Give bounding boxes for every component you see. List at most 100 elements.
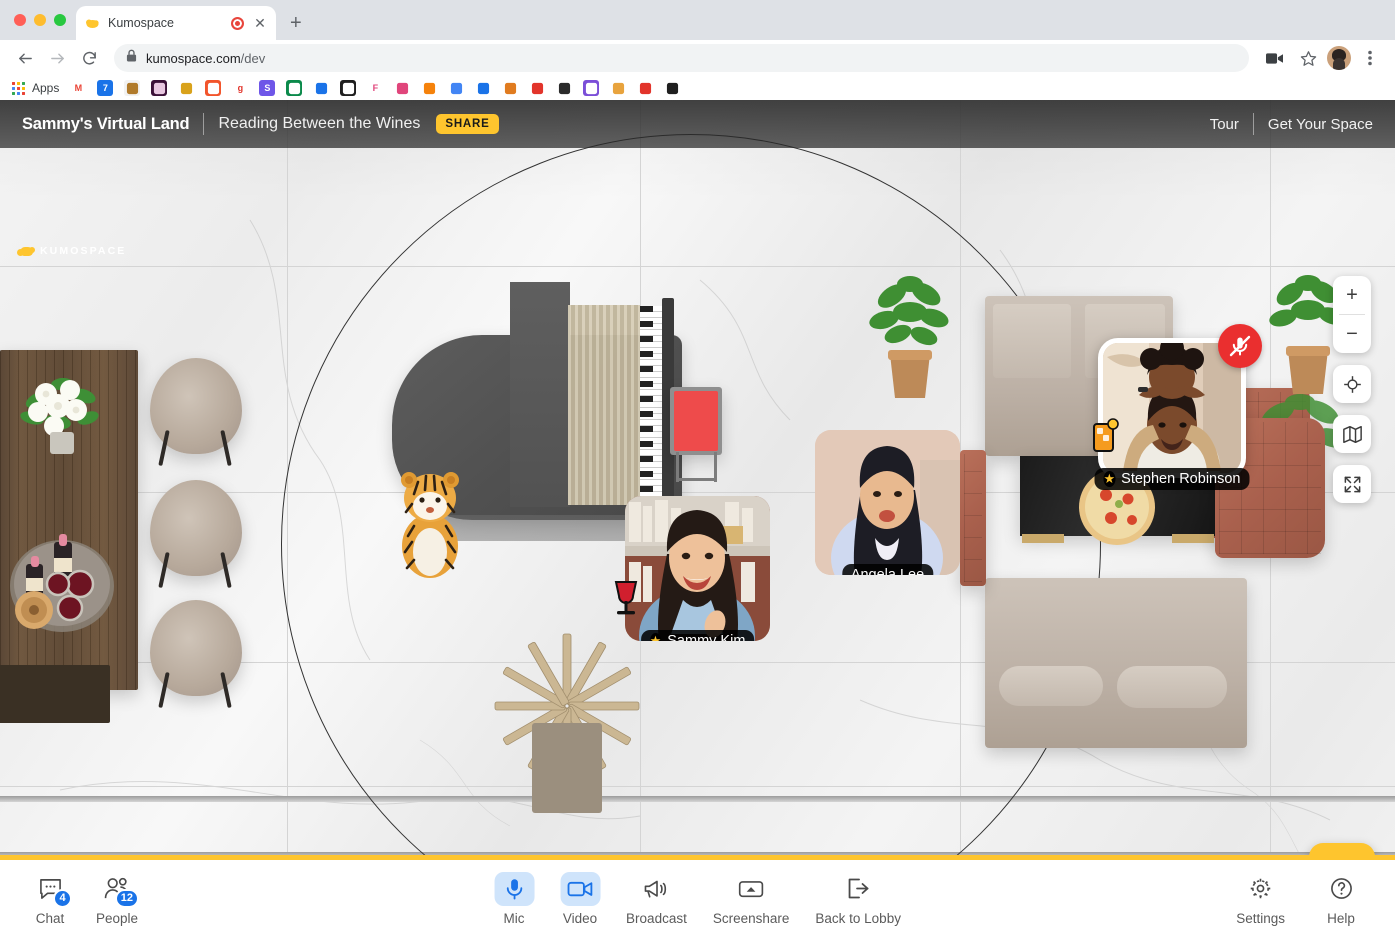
bookmark-globe-app[interactable] xyxy=(529,80,545,96)
star-icon: ★ xyxy=(1104,471,1116,487)
bookmark-cloud-app[interactable] xyxy=(502,80,518,96)
browser-tab[interactable]: Kumospace ✕ xyxy=(76,6,276,40)
bookmark-database-app[interactable] xyxy=(448,80,464,96)
fullscreen-button[interactable] xyxy=(1333,465,1371,503)
tab-strip: Kumospace ✕ + xyxy=(0,0,1395,40)
exit-icon[interactable] xyxy=(838,872,878,906)
bookmark-github[interactable] xyxy=(664,80,680,96)
address-bar[interactable]: kumospace.com/dev xyxy=(114,44,1249,72)
maximize-window-button[interactable] xyxy=(54,14,66,26)
sofa-bottom[interactable] xyxy=(985,578,1247,748)
bookmark-magnet-app[interactable] xyxy=(475,80,491,96)
toolbar-label-video: Video xyxy=(563,911,597,926)
minimap-button[interactable] xyxy=(1333,415,1371,453)
toolbar-item-screenshare[interactable]: Screenshare xyxy=(713,872,790,926)
bookmark-goodreads[interactable]: g xyxy=(232,80,248,96)
microphone-icon[interactable] xyxy=(494,872,534,906)
bookmark-scissors-app[interactable] xyxy=(394,80,410,96)
forward-arrow-icon[interactable] xyxy=(42,43,72,73)
megaphone-icon[interactable] xyxy=(636,872,676,906)
lounge-chair[interactable] xyxy=(150,600,242,696)
toolbar-item-people[interactable]: 12People xyxy=(96,872,138,926)
recenter-button[interactable] xyxy=(1333,365,1371,403)
lounge-chair[interactable] xyxy=(150,358,242,454)
people-icon[interactable]: 12 xyxy=(97,872,137,906)
bookmark-orange-app[interactable] xyxy=(205,80,221,96)
chat-bubble-icon[interactable]: 4 xyxy=(30,872,70,906)
toolbar-item-settings[interactable]: Settings xyxy=(1236,872,1285,926)
back-arrow-icon[interactable] xyxy=(10,43,40,73)
three-dot-menu-icon[interactable] xyxy=(1355,43,1385,73)
participant-name-chip: ★ Sammy Kim xyxy=(641,630,755,641)
participant-name-chip: ★ Stephen Robinson xyxy=(1095,468,1250,490)
muted-mic-badge xyxy=(1218,324,1262,368)
bookmark-figma[interactable]: F xyxy=(367,80,383,96)
toolbar-item-broadcast[interactable]: Broadcast xyxy=(626,872,687,926)
leather-armchair-left[interactable] xyxy=(960,450,986,586)
participant-tile-sammy-kim[interactable]: ★ Sammy Kim xyxy=(625,496,770,641)
minimize-window-button[interactable] xyxy=(34,14,46,26)
bookmark-slack[interactable] xyxy=(151,80,167,96)
participant-tile-angela-lee[interactable]: Angela Lee xyxy=(815,430,960,575)
bookmark-items: M7 gS F xyxy=(70,80,680,96)
close-icon[interactable]: ✕ xyxy=(252,16,268,30)
bookmark-gmail[interactable]: M xyxy=(70,80,86,96)
bookmark-google-calendar[interactable]: 7 xyxy=(97,80,113,96)
bookmark-linear-app[interactable] xyxy=(637,80,653,96)
toolbar-actions xyxy=(1259,43,1385,73)
kumospace-canvas[interactable]: Sammy's Virtual Land Reading Between the… xyxy=(0,100,1395,937)
minimap-control xyxy=(1333,415,1371,453)
toolbar-item-back-to-lobby[interactable]: Back to Lobby xyxy=(815,872,901,926)
toolbar-center-group: Mic Video Broadcast Screenshare Back to Lobb… xyxy=(494,872,901,926)
apps-grid-icon[interactable] xyxy=(12,82,25,95)
kumospace-brand[interactable]: KUMOSPACE xyxy=(20,245,126,257)
toolbar-label-settings: Settings xyxy=(1236,911,1285,926)
bookmark-funnel-app[interactable] xyxy=(313,80,329,96)
bookmark-firebase[interactable] xyxy=(421,80,437,96)
toolbar-label-broadcast: Broadcast xyxy=(626,911,687,926)
reload-icon[interactable] xyxy=(74,43,104,73)
bookmark-dark-slash-app[interactable] xyxy=(340,80,356,96)
wine-glass-emoji xyxy=(611,579,641,621)
zoom-in-button[interactable]: + xyxy=(1333,276,1371,314)
bookmark-green-circle-app[interactable] xyxy=(286,80,302,96)
bookmark-yellow-bird[interactable] xyxy=(178,80,194,96)
piano-black-keys xyxy=(640,306,653,504)
toolbar-item-video[interactable]: Video xyxy=(560,872,600,926)
participant-video-stephen-robinson xyxy=(1103,343,1241,473)
bookmark-mountain-app[interactable] xyxy=(556,80,572,96)
bookmark-purple-app[interactable] xyxy=(583,80,599,96)
record-dot-icon[interactable] xyxy=(231,17,244,30)
share-button[interactable]: SHARE xyxy=(436,114,498,134)
close-window-button[interactable] xyxy=(14,14,26,26)
avatar-icon[interactable] xyxy=(1327,46,1351,70)
toolbar-item-help[interactable]: Help xyxy=(1321,872,1361,926)
lounge-chair[interactable] xyxy=(150,480,242,576)
toolbar-item-mic[interactable]: Mic xyxy=(494,872,534,926)
bookmark-sublime[interactable]: S xyxy=(259,80,275,96)
gear-icon[interactable] xyxy=(1241,872,1281,906)
video-camera-icon[interactable] xyxy=(1259,43,1289,73)
participant-tile-stephen-robinson[interactable]: ★ Stephen Robinson xyxy=(1098,338,1246,478)
bookmark-analytics-app[interactable] xyxy=(610,80,626,96)
toolbar-item-chat[interactable]: 4 Chat xyxy=(30,872,70,926)
chat-badge: 4 xyxy=(53,889,72,908)
video-camera-icon[interactable] xyxy=(560,872,600,906)
table-foot xyxy=(1022,534,1064,543)
recenter-control xyxy=(1333,365,1371,403)
get-your-space-link[interactable]: Get Your Space xyxy=(1268,116,1373,133)
apps-label[interactable]: Apps xyxy=(32,81,59,95)
bookmark-trello-board[interactable] xyxy=(124,80,140,96)
wood-starburst-sculpture[interactable] xyxy=(492,628,642,818)
screen-share-icon[interactable] xyxy=(731,872,771,906)
tiger-statue[interactable] xyxy=(390,460,470,580)
toolbar-label-chat: Chat xyxy=(36,911,65,926)
new-tab-button[interactable]: + xyxy=(276,6,316,40)
tour-link[interactable]: Tour xyxy=(1210,116,1239,133)
red-art-sign[interactable] xyxy=(670,387,722,455)
zoom-out-button[interactable]: − xyxy=(1333,315,1371,353)
question-circle-icon[interactable] xyxy=(1321,872,1361,906)
potted-plant[interactable] xyxy=(868,272,952,404)
tab-title: Kumospace xyxy=(108,16,223,30)
star-outline-icon[interactable] xyxy=(1293,43,1323,73)
